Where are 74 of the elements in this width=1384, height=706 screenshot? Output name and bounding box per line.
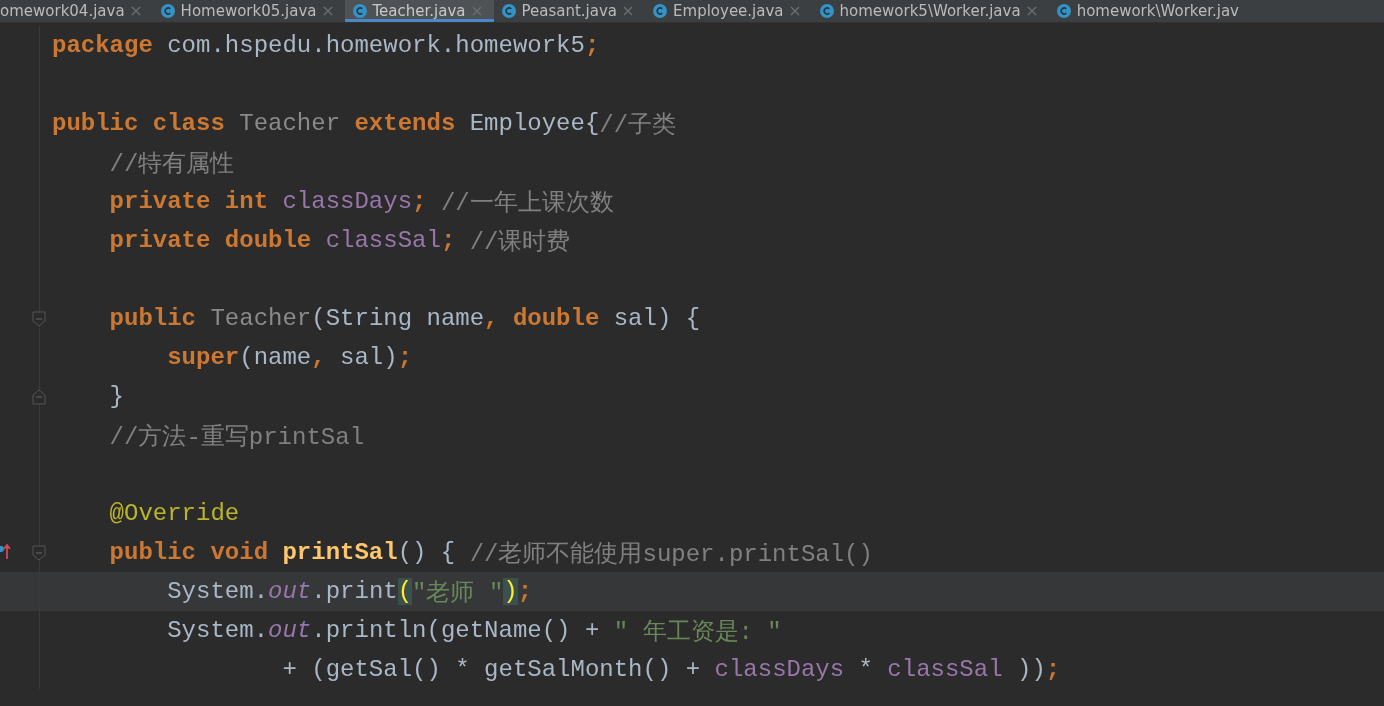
editor-tab[interactable]: Homework05.java (152, 0, 345, 22)
keyword: , double (484, 305, 601, 332)
code-text: .print (311, 578, 398, 605)
code-comment: //一年上课次数 (440, 188, 614, 218)
code-comment: //课时费 (469, 227, 571, 257)
keyword: extends (353, 110, 457, 137)
code-text: com.hspedu.homework.homework5 (167, 32, 585, 59)
override-icon[interactable] (0, 544, 12, 560)
close-icon[interactable] (130, 6, 141, 16)
code-text: + (getSal() * getSalMonth() + (281, 656, 702, 683)
class-icon (819, 4, 834, 18)
keyword: public void (108, 539, 270, 566)
editor-tab[interactable]: Teacher.java (344, 0, 494, 22)
code-comment: //方法-重写printSal (108, 422, 365, 452)
keyword: , (311, 344, 327, 371)
static-field: out (268, 578, 312, 605)
string-literal: " 年工资是: " (613, 617, 782, 647)
keyword: private double (108, 227, 313, 254)
keyword: ; (440, 227, 457, 254)
fold-icon[interactable] (32, 311, 46, 327)
code-text: (String name (311, 305, 485, 332)
editor-tab[interactable]: Employee.java (645, 0, 812, 22)
static-field: out (268, 617, 312, 644)
keyword: super (166, 344, 240, 371)
field-name: classSal (887, 656, 1003, 683)
editor-tab[interactable]: homework5\Worker.java (811, 0, 1049, 22)
field-name: classDays (282, 188, 413, 215)
code-text: * (857, 656, 874, 683)
code-comment: //特有属性 (108, 149, 235, 179)
class-icon (352, 4, 367, 18)
close-icon[interactable] (1026, 6, 1037, 16)
keyword: ; (412, 188, 428, 215)
class-icon (653, 4, 668, 18)
class-name: Teacher (210, 305, 312, 332)
class-icon (501, 4, 516, 18)
code-text: .println(getName() + (311, 617, 601, 644)
close-icon[interactable] (623, 6, 634, 16)
string-literal: "老师 " (412, 578, 504, 608)
code-comment: //子类 (599, 110, 677, 140)
field-name: classDays (714, 656, 845, 683)
class-name: Teacher (239, 110, 341, 137)
code-text: (name (239, 344, 312, 371)
code-text: Employee{ (469, 110, 600, 137)
code-text: System. (166, 617, 269, 644)
annotation: @Override (108, 500, 240, 527)
code-text: sal) (340, 344, 398, 371)
class-icon (160, 4, 175, 18)
keyword: private int (108, 188, 270, 215)
editor-tab[interactable]: Peasant.java (493, 0, 646, 22)
fold-icon[interactable] (32, 545, 46, 561)
field-name: classSal (325, 227, 441, 254)
fold-icon[interactable] (32, 389, 46, 405)
close-icon[interactable] (322, 6, 333, 16)
close-icon[interactable] (789, 6, 800, 16)
keyword: public (108, 305, 198, 332)
method-name: printSal (282, 539, 398, 566)
code-text: sal) { (613, 305, 701, 332)
code-text: } (108, 383, 124, 410)
matched-brace: ) (503, 578, 518, 605)
matched-brace: ( (397, 578, 413, 605)
code-comment: //老师不能使用super.printSal() (469, 539, 873, 569)
keyword: ; (1045, 656, 1061, 683)
editor-tab[interactable]: omework04.java (0, 0, 153, 22)
keyword: public class (52, 110, 226, 137)
class-icon (1056, 4, 1071, 18)
code-text: System. (166, 578, 269, 605)
close-icon[interactable] (471, 6, 482, 16)
code-text: )) (1015, 656, 1046, 683)
keyword: ; (517, 578, 533, 605)
keyword: package (52, 32, 154, 59)
keyword: ; (584, 32, 600, 59)
code-text: () { (397, 539, 457, 566)
keyword: ; (397, 344, 413, 371)
editor-tab[interactable]: homework\Worker.jav (1048, 0, 1251, 22)
